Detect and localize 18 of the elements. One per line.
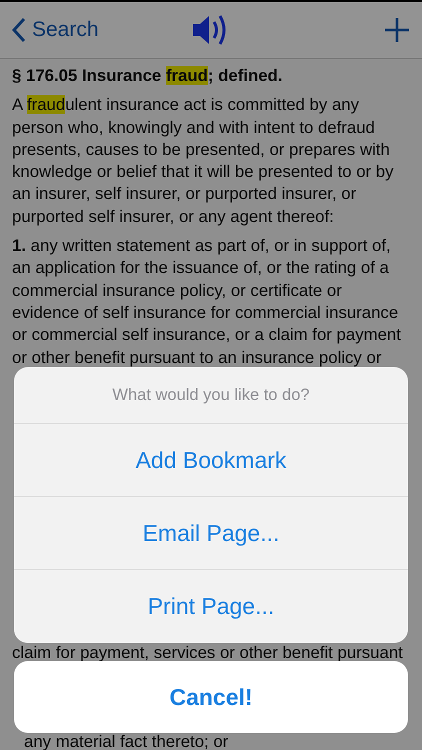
body-text: purported self insurer, or any agent thereof: [12,206,334,226]
body-text: or commercial self insurance, or a claim for payment [12,325,401,344]
section-heading: § 176.05 Insurance fraud; defined. [12,66,282,85]
add-icon[interactable] [384,17,410,43]
back-button[interactable]: Search [12,17,99,43]
cancel-button[interactable]: Cancel! [14,661,408,733]
body-text: an application for the issuance of, or the rating of a [12,258,389,278]
body-text: knowledge or belief that it will be presented to or by [12,162,394,182]
body-text: commercial insurance policy, or certificate or [12,280,342,300]
body-text: an insurer, self insurer, or purported insurer, or [12,184,356,204]
body-text: person who, knowingly and with intent to defraud [12,118,375,137]
chevron-left-icon [12,17,26,43]
body-text: A fraudulent insurance act is committed by any [12,95,359,114]
body-text: presents, causes to be presented, or prepares with [12,140,390,159]
body-text: claim for payment, services or other benefit pursuant [12,643,403,662]
body-text: 1. any written statement as part of, or in support of, [12,236,391,256]
body-text: evidence of self insurance for commercial insurance [12,302,398,322]
body-text: or other benefit pursuant to an insurance policy or [12,348,382,367]
